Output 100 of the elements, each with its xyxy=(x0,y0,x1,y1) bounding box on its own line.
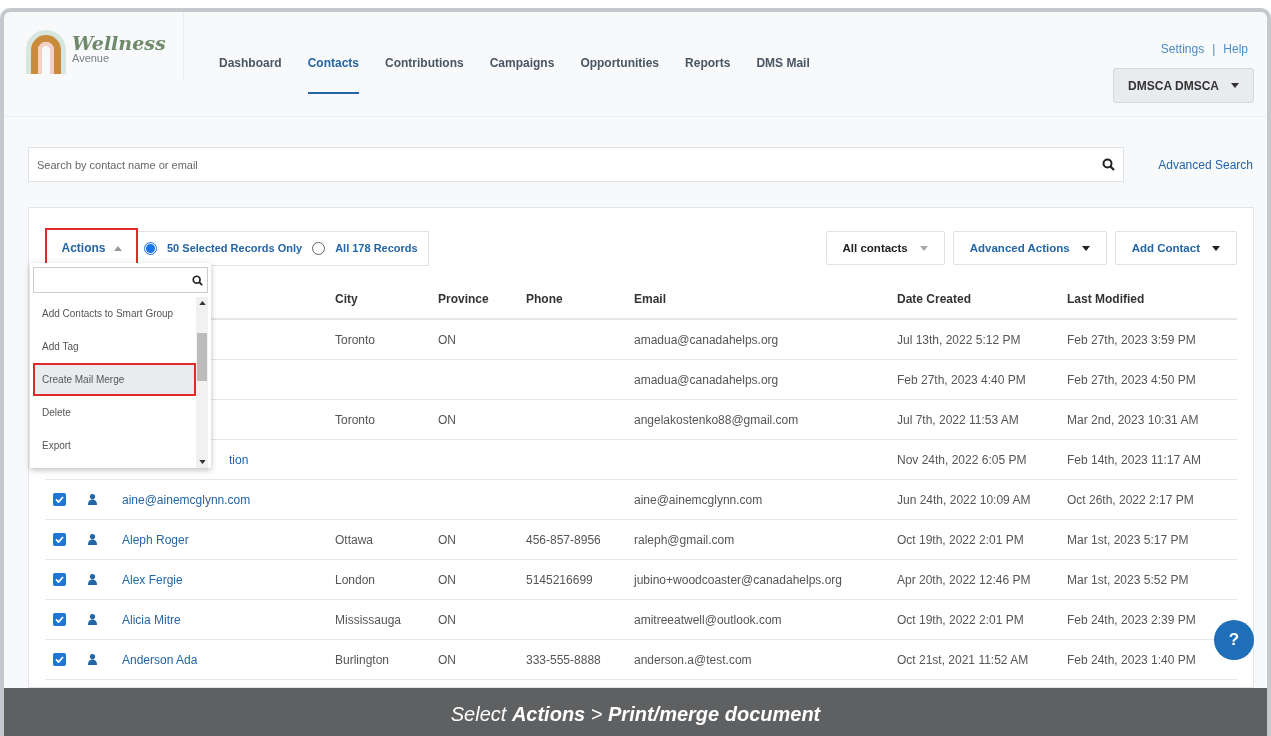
table-cell: ON xyxy=(438,652,456,667)
nav-tab[interactable]: Campaigns xyxy=(476,12,568,98)
search-field[interactable]: Search by contact name or email xyxy=(28,147,1125,182)
column-header: Phone xyxy=(518,280,626,320)
table-cell: Oct 19th, 2022 2:01 PM xyxy=(897,532,1024,547)
column-header: Email xyxy=(626,280,889,320)
scroll-up-icon[interactable] xyxy=(198,301,206,305)
link-separator: | xyxy=(1212,42,1216,56)
table-cell: anderson.a@test.com xyxy=(634,652,752,667)
menu-item[interactable]: Add Contacts to Smart Group xyxy=(33,297,196,330)
table-cell: Oct 19th, 2022 2:01 PM xyxy=(897,612,1024,627)
table-cell: amadua@canadahelps.org xyxy=(634,332,779,347)
table-cell: Oct 21st, 2021 11:52 AM xyxy=(897,652,1029,667)
table-cell: Mar 1st, 2023 5:52 PM xyxy=(1067,572,1189,587)
logo-subtitle: Avenue xyxy=(72,53,111,64)
menu-item[interactable]: Export xyxy=(33,429,196,462)
add-contact-button[interactable]: Add Contact xyxy=(1114,231,1237,265)
table-cell: Feb 27th, 2023 4:40 PM xyxy=(897,372,1026,387)
search-icon xyxy=(1102,158,1116,171)
table-cell: Mar 2nd, 2023 10:31 AM xyxy=(1067,412,1199,427)
search-icon xyxy=(192,274,203,286)
person-icon xyxy=(88,534,97,545)
table-cell: angelakostenko88@gmail.com xyxy=(634,412,799,427)
table-cell: 5145216699 xyxy=(526,572,593,587)
contact-name-link[interactable]: Alicia Mitre xyxy=(122,612,181,627)
scope-radio[interactable]: 50 Selected Records Only xyxy=(144,241,303,255)
table-cell: 456-857-8956 xyxy=(526,532,601,547)
contact-name-link[interactable]: Aleph Roger xyxy=(122,532,189,547)
table-cell: London xyxy=(335,572,376,587)
row-checkbox[interactable] xyxy=(53,533,66,546)
logo-wordmark: Wellness xyxy=(72,34,166,53)
table-cell: Mississauga xyxy=(335,612,402,627)
table-cell: Oct 26th, 2022 2:17 PM xyxy=(1067,492,1194,507)
table-cell: Jul 7th, 2022 11:53 AM xyxy=(897,412,1019,427)
contact-name-link[interactable]: aine@ainemcglynn.com xyxy=(122,492,251,507)
column-header: City xyxy=(327,280,430,320)
table-cell: Toronto xyxy=(335,332,376,347)
row-checkbox[interactable] xyxy=(53,573,66,586)
table-cell: Nov 24th, 2022 6:05 PM xyxy=(897,452,1027,467)
table-cell: Feb 27th, 2023 4:50 PM xyxy=(1067,372,1196,387)
contact-name-link[interactable]: Anderson Ada xyxy=(122,652,198,667)
scroll-down-icon[interactable] xyxy=(198,460,206,464)
table-cell: Apr 20th, 2022 12:46 PM xyxy=(897,572,1031,587)
scrollbar[interactable] xyxy=(196,297,208,468)
advanced-actions-button[interactable]: Advanced Actions xyxy=(952,231,1107,265)
table-cell: Ottawa xyxy=(335,532,373,547)
table-cell: amadua@canadahelps.org xyxy=(634,372,779,387)
column-header: Province xyxy=(430,280,518,320)
column-header: Date Created xyxy=(889,280,1059,320)
row-checkbox[interactable] xyxy=(53,493,66,506)
nav-tab[interactable]: Contributions xyxy=(372,12,477,98)
table-cell: jubino+woodcoaster@canadahelps.org xyxy=(634,572,842,587)
row-checkbox[interactable] xyxy=(53,613,66,626)
table-cell: 333-555-8888 xyxy=(526,652,601,667)
row-checkbox[interactable] xyxy=(53,653,66,666)
user-menu-button[interactable]: DMSCA DMSCA xyxy=(1113,68,1254,103)
table-cell: Feb 14th, 2023 11:17 AM xyxy=(1067,452,1201,467)
table-cell: Feb 27th, 2023 3:59 PM xyxy=(1067,332,1196,347)
filter-dropdown[interactable]: All contacts xyxy=(825,231,945,265)
scope-radio[interactable]: All 178 Records xyxy=(312,241,418,255)
menu-item[interactable]: Create Mail Merge xyxy=(33,363,196,396)
nav-tab[interactable]: Dashboard xyxy=(206,12,295,98)
menu-item[interactable]: Add Tag xyxy=(33,330,196,363)
contact-name-link[interactable]: Alex Fergie xyxy=(122,572,183,587)
person-icon xyxy=(88,614,97,625)
table-cell: Feb 24th, 2023 1:40 PM xyxy=(1067,652,1196,667)
caret-icon xyxy=(919,245,928,251)
advanced-search-link[interactable]: Advanced Search xyxy=(1158,157,1253,172)
person-icon xyxy=(88,494,97,505)
table-cell: Toronto xyxy=(335,412,376,427)
contact-name-link[interactable]: tion xyxy=(229,452,249,467)
column-header: Last Modified xyxy=(1059,280,1237,320)
table-cell: Jul 13th, 2022 5:12 PM xyxy=(897,332,1021,347)
header-link[interactable]: Help xyxy=(1223,42,1248,56)
person-icon xyxy=(88,654,97,665)
menu-search-field[interactable] xyxy=(33,267,208,293)
table-cell: raleph@gmail.com xyxy=(634,532,735,547)
table-cell: amitreeatwell@outlook.com xyxy=(634,612,782,627)
caret-icon xyxy=(1231,83,1239,88)
menu-item[interactable]: Delete xyxy=(33,396,196,429)
header-link[interactable]: Settings xyxy=(1160,42,1205,56)
table-cell: aine@ainemcglynn.com xyxy=(634,492,763,507)
table-cell: ON xyxy=(438,532,456,547)
caret-icon xyxy=(113,245,122,251)
table-cell: Burlington xyxy=(335,652,390,667)
table-cell: ON xyxy=(438,572,456,587)
table-cell: ON xyxy=(438,332,456,347)
scrollbar-thumb[interactable] xyxy=(197,333,207,381)
table-cell: Feb 24th, 2023 2:39 PM xyxy=(1067,612,1196,627)
person-icon xyxy=(88,574,97,585)
caret-icon xyxy=(1081,245,1090,251)
nav-tab[interactable]: DMS Mail xyxy=(743,12,823,98)
rainbow-logo-icon xyxy=(24,28,68,74)
nav-tab[interactable]: Reports xyxy=(672,12,744,98)
table-cell: ON xyxy=(438,612,456,627)
caption-text: Select Actions > Print/merge document xyxy=(450,702,821,726)
table-cell: Jun 24th, 2022 10:09 AM xyxy=(897,492,1031,507)
nav-tab[interactable]: Opportunities xyxy=(567,12,673,98)
caret-icon xyxy=(1212,245,1220,251)
nav-tab[interactable]: Contacts xyxy=(294,12,373,98)
